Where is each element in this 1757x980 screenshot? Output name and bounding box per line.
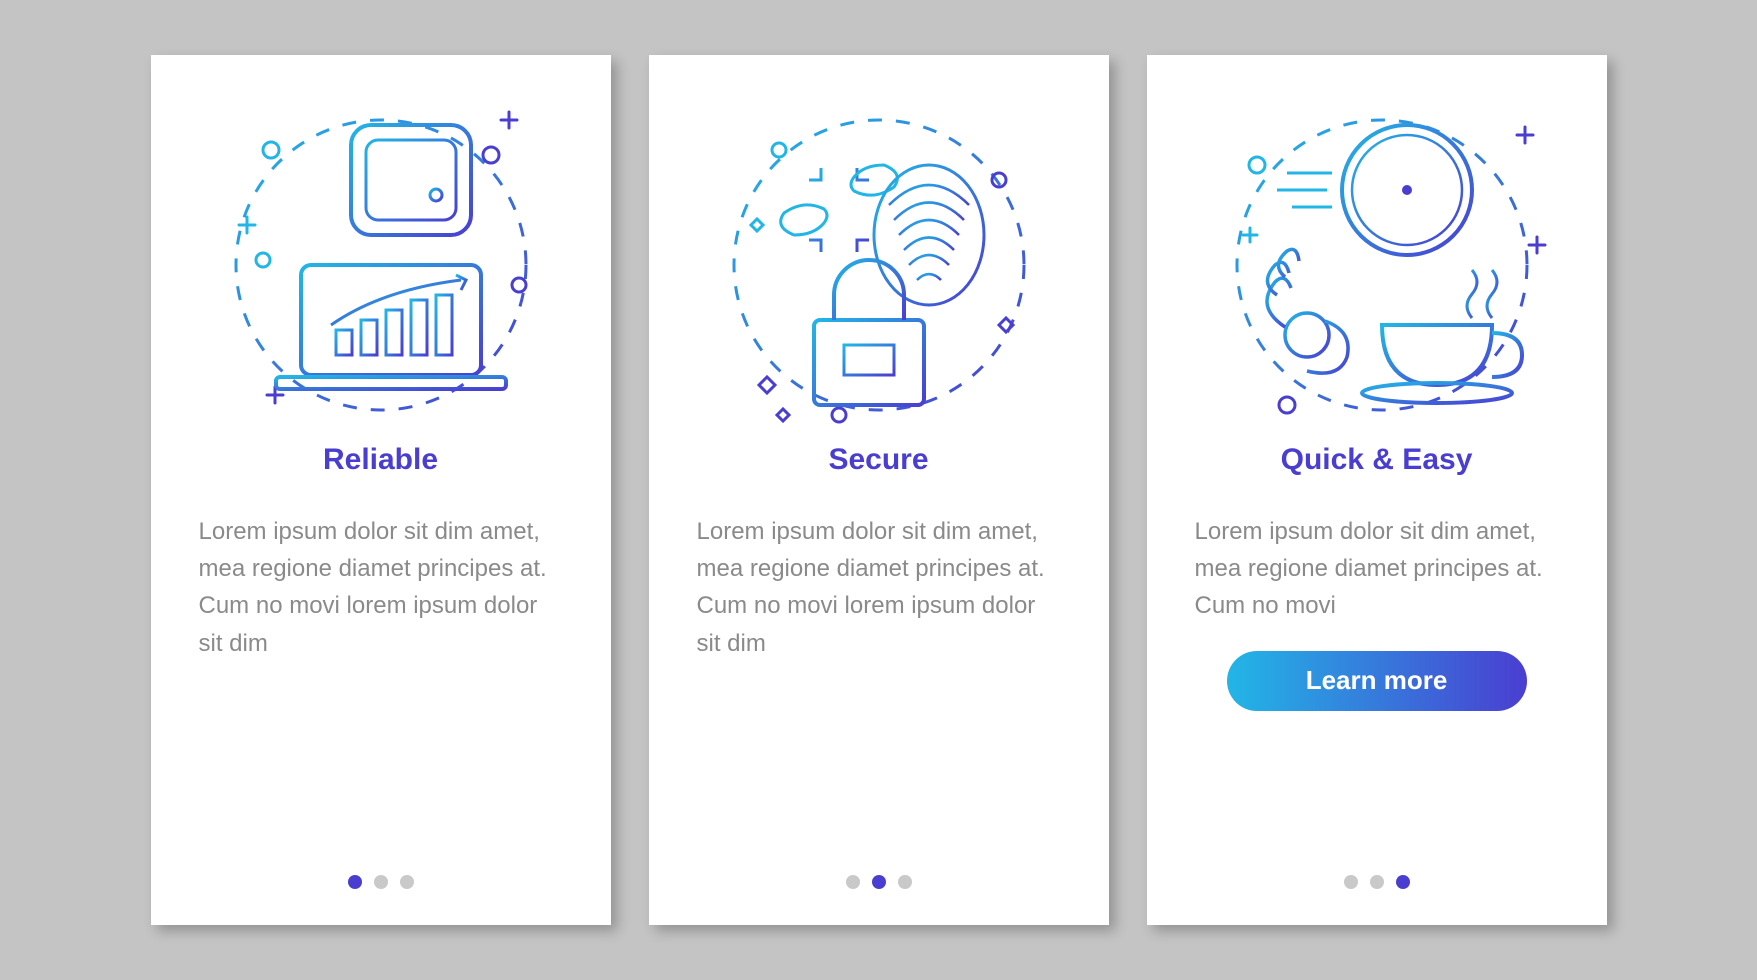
card-body: Lorem ipsum dolor sit dim amet, mea regi… xyxy=(693,513,1065,662)
secure-icon xyxy=(699,95,1059,435)
page-indicator xyxy=(649,875,1109,889)
page-indicator xyxy=(151,875,611,889)
dot-3[interactable] xyxy=(1396,875,1410,889)
card-body: Lorem ipsum dolor sit dim amet, mea regi… xyxy=(195,513,567,662)
dot-2[interactable] xyxy=(872,875,886,889)
quick-easy-icon xyxy=(1197,95,1557,435)
learn-more-button[interactable]: Learn more xyxy=(1227,651,1527,711)
dot-1[interactable] xyxy=(846,875,860,889)
dot-3[interactable] xyxy=(898,875,912,889)
dot-1[interactable] xyxy=(348,875,362,889)
page-indicator xyxy=(1147,875,1607,889)
reliable-icon xyxy=(201,95,561,435)
card-title: Secure xyxy=(828,443,928,477)
dot-2[interactable] xyxy=(1370,875,1384,889)
card-title: Reliable xyxy=(323,443,438,477)
dot-2[interactable] xyxy=(374,875,388,889)
onboarding-card-quick-easy: Quick & Easy Lorem ipsum dolor sit dim a… xyxy=(1147,55,1607,925)
dot-1[interactable] xyxy=(1344,875,1358,889)
card-title: Quick & Easy xyxy=(1281,443,1473,477)
onboarding-card-reliable: Reliable Lorem ipsum dolor sit dim amet,… xyxy=(151,55,611,925)
onboarding-card-secure: Secure Lorem ipsum dolor sit dim amet, m… xyxy=(649,55,1109,925)
dot-3[interactable] xyxy=(400,875,414,889)
card-body: Lorem ipsum dolor sit dim amet, mea regi… xyxy=(1191,513,1563,625)
